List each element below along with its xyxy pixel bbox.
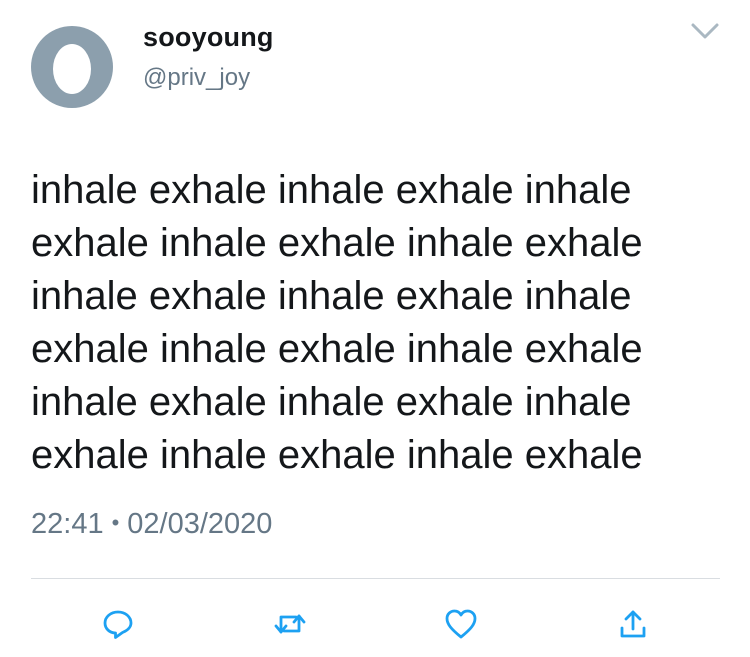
tweet-text-line: inhale exhale inhale exhale inhale [31,274,632,318]
share-icon [620,610,646,638]
tweet-date: 02/03/2020 [127,508,273,540]
tweet-card: sooyoung @priv_joy inhale exhale inhale … [0,0,750,657]
tweet-timestamp[interactable]: 22:41 • 02/03/2020 [31,508,272,541]
tweet-text-line: inhale exhale inhale exhale inhale [31,168,632,212]
tweet-text-line: exhale inhale exhale inhale exhale [31,327,643,371]
tweet-text-line: inhale exhale inhale exhale inhale [31,380,632,424]
like-button[interactable] [441,604,481,644]
reply-button[interactable] [98,604,138,644]
chevron-down-icon[interactable] [688,18,722,44]
tweet-text: inhale exhale inhale exhale inhale exhal… [31,164,721,482]
reply-icon [103,610,133,639]
retweet-icon [274,614,306,634]
display-name[interactable]: sooyoung [143,22,274,53]
divider [31,578,720,579]
tweet-time: 22:41 [31,508,104,540]
heart-icon [445,609,477,639]
default-egg-avatar-icon [53,44,91,94]
share-button[interactable] [613,604,653,644]
tweet-text-line: exhale inhale exhale inhale exhale [31,433,643,477]
separator-dot: • [111,510,120,535]
user-handle[interactable]: @priv_joy [143,64,250,92]
retweet-button[interactable] [270,604,310,644]
tweet-text-line: exhale inhale exhale inhale exhale [31,221,643,265]
avatar[interactable] [31,26,113,108]
